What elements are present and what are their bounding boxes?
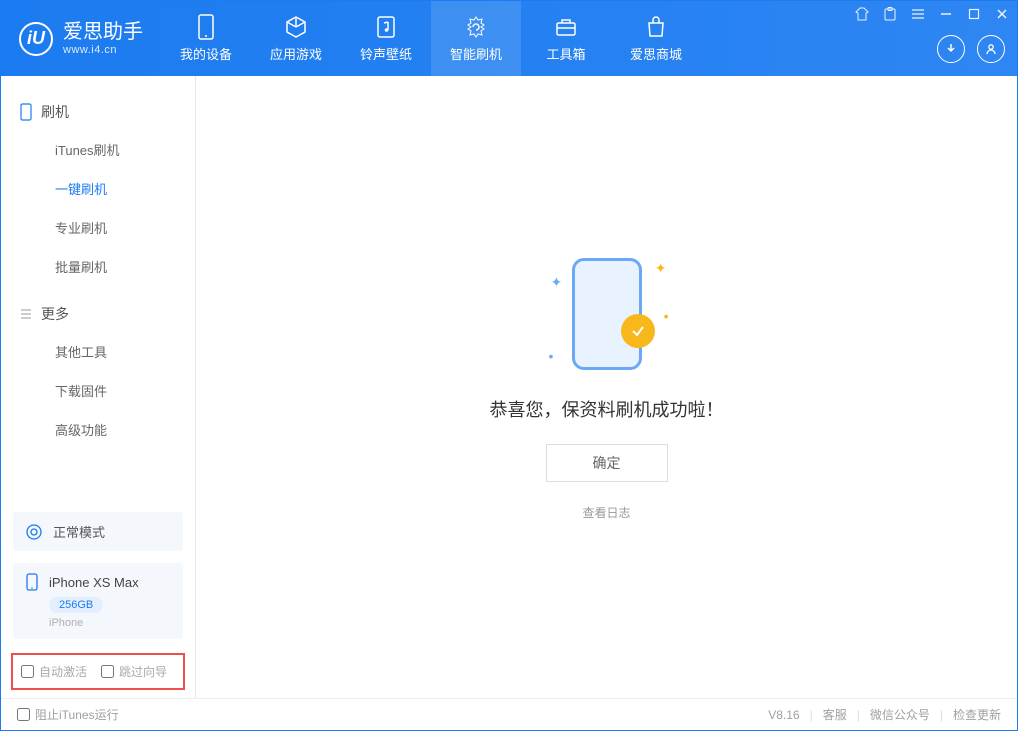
footer-link-update[interactable]: 检查更新 (953, 706, 1001, 723)
tab-flash[interactable]: 智能刷机 (431, 1, 521, 76)
checkbox-input[interactable] (17, 708, 30, 721)
sidebar-item-itunes-flash[interactable]: iTunes刷机 (1, 130, 195, 169)
refresh-icon (463, 14, 489, 40)
sidebar-group-title: 更多 (41, 304, 69, 324)
app-logo: iU 爱思助手 www.i4.cn (1, 1, 161, 76)
tab-label: 工具箱 (546, 44, 585, 63)
options-highlight-box: 自动激活 跳过向导 (11, 653, 185, 690)
checkbox-input[interactable] (21, 665, 34, 678)
mode-label: 正常模式 (53, 522, 105, 541)
close-button[interactable] (993, 5, 1011, 23)
window-controls (853, 5, 1011, 23)
logo-icon: iU (19, 22, 53, 56)
checkbox-auto-activate[interactable]: 自动激活 (21, 663, 87, 680)
tab-label: 应用游戏 (270, 44, 322, 63)
tab-label: 爱思商城 (630, 44, 682, 63)
nav-tabs: 我的设备 应用游戏 铃声壁纸 智能刷机 工具箱 爱思商城 (161, 1, 701, 76)
header-bar: iU 爱思助手 www.i4.cn 我的设备 应用游戏 铃声壁纸 智能刷机 (1, 1, 1017, 76)
tab-apps-games[interactable]: 应用游戏 (251, 1, 341, 76)
cube-icon (283, 14, 309, 40)
success-message: 恭喜您，保资料刷机成功啦！ (490, 396, 724, 422)
tab-label: 铃声壁纸 (360, 44, 412, 63)
device-name: iPhone XS Max (49, 575, 139, 590)
app-subtitle: www.i4.cn (63, 44, 143, 57)
download-button[interactable] (937, 35, 965, 63)
sidebar-group-flash[interactable]: 刷机 (1, 94, 195, 130)
bag-icon (643, 14, 669, 40)
device-storage: 256GB (49, 597, 103, 613)
checkbox-label: 跳过向导 (119, 663, 167, 680)
checkbox-input[interactable] (101, 665, 114, 678)
device-type: iPhone (49, 617, 171, 629)
tab-label: 我的设备 (180, 44, 232, 63)
mode-card[interactable]: 正常模式 (13, 512, 183, 551)
sidebar: 刷机 iTunes刷机 一键刷机 专业刷机 批量刷机 更多 其他工具 下载固件 … (1, 76, 196, 698)
sidebar-item-batch-flash[interactable]: 批量刷机 (1, 247, 195, 286)
tab-toolbox[interactable]: 工具箱 (521, 1, 611, 76)
clipboard-icon[interactable] (881, 5, 899, 23)
status-bar: 阻止iTunes运行 V8.16 | 客服 | 微信公众号 | 检查更新 (1, 698, 1017, 730)
sidebar-item-pro-flash[interactable]: 专业刷机 (1, 208, 195, 247)
device-icon (193, 14, 219, 40)
tab-label: 智能刷机 (450, 44, 502, 63)
maximize-button[interactable] (965, 5, 983, 23)
sidebar-group-more[interactable]: 更多 (1, 296, 195, 332)
phone-icon (25, 573, 39, 591)
footer-link-wechat[interactable]: 微信公众号 (870, 706, 930, 723)
version-label: V8.16 (768, 708, 799, 722)
sidebar-group-title: 刷机 (41, 102, 69, 122)
menu-icon[interactable] (909, 5, 927, 23)
sidebar-item-download-firmware[interactable]: 下载固件 (1, 371, 195, 410)
checkbox-label: 阻止iTunes运行 (35, 706, 119, 723)
minimize-button[interactable] (937, 5, 955, 23)
tab-my-device[interactable]: 我的设备 (161, 1, 251, 76)
app-title: 爱思助手 (63, 21, 143, 44)
check-icon (621, 314, 655, 348)
checkbox-label: 自动激活 (39, 663, 87, 680)
ok-button[interactable]: 确定 (546, 444, 668, 482)
checkbox-skip-guide[interactable]: 跳过向导 (101, 663, 167, 680)
sidebar-item-advanced[interactable]: 高级功能 (1, 410, 195, 449)
view-log-link[interactable]: 查看日志 (582, 504, 630, 521)
tab-ringtones-wallpapers[interactable]: 铃声壁纸 (341, 1, 431, 76)
sidebar-item-other-tools[interactable]: 其他工具 (1, 332, 195, 371)
music-icon (373, 14, 399, 40)
phone-icon (19, 103, 33, 121)
device-card[interactable]: iPhone XS Max 256GB iPhone (13, 563, 183, 639)
list-icon (19, 307, 33, 321)
toolbox-icon (553, 14, 579, 40)
sidebar-item-oneclick-flash[interactable]: 一键刷机 (1, 169, 195, 208)
footer-link-support[interactable]: 客服 (823, 706, 847, 723)
tab-shop[interactable]: 爱思商城 (611, 1, 701, 76)
tshirt-icon[interactable] (853, 5, 871, 23)
success-illustration: ✦✦•• (565, 254, 649, 374)
main-content: ✦✦•• 恭喜您，保资料刷机成功啦！ 确定 查看日志 (196, 76, 1017, 698)
checkbox-block-itunes[interactable]: 阻止iTunes运行 (17, 706, 119, 723)
account-button[interactable] (977, 35, 1005, 63)
sync-icon (25, 523, 43, 541)
